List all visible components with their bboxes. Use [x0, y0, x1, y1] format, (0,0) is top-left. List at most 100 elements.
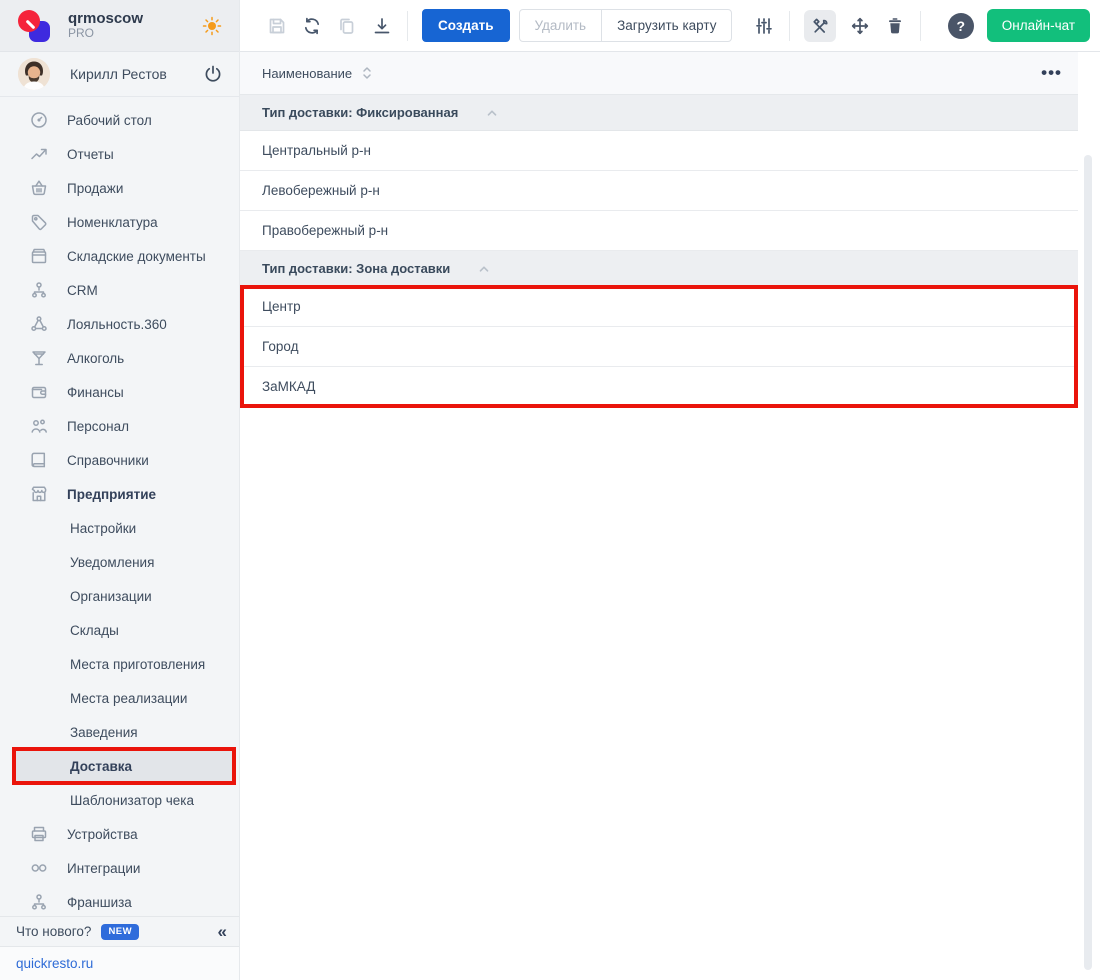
sidebar-item-staff[interactable]: Персонал: [0, 409, 239, 443]
sidebar-item-label: Заведения: [70, 725, 138, 740]
sidebar-item-label: Устройства: [67, 827, 138, 842]
user-row: Кирилл Рестов: [0, 52, 239, 97]
vertical-scrollbar[interactable]: [1084, 155, 1092, 970]
reports-icon: [28, 143, 50, 165]
theme-toggle-button[interactable]: [199, 13, 225, 39]
quickresto-link[interactable]: quickresto.ru: [16, 956, 93, 971]
row-label: ЗаМКАД: [262, 379, 315, 394]
group-header-fixed-delivery[interactable]: Тип доставки: Фиксированная: [240, 95, 1078, 131]
refresh-button[interactable]: [301, 15, 323, 37]
sidebar-item-loyalty360[interactable]: Лояльность.360: [0, 307, 239, 341]
sidebar-item-crm[interactable]: CRM: [0, 273, 239, 307]
topbar: Создать Удалить Загрузить карту ? Онлайн…: [240, 0, 1100, 52]
group-header-delivery-zone[interactable]: Тип доставки: Зона доставки: [240, 251, 1078, 287]
table-row-left-bank[interactable]: Левобережный р-н: [240, 171, 1078, 211]
help-button[interactable]: ?: [948, 13, 974, 39]
sidebar-item-finance[interactable]: Финансы: [0, 375, 239, 409]
tools-icon: [810, 16, 830, 36]
trash-icon: [885, 16, 905, 36]
whats-new-label[interactable]: Что нового?: [16, 924, 91, 939]
sidebar-item-integrations[interactable]: Интеграции: [0, 851, 239, 885]
sidebar-item-receipt-template[interactable]: Шаблонизатор чека: [0, 783, 239, 817]
row-label: Центр: [262, 299, 301, 314]
export-button[interactable]: [371, 15, 393, 37]
wallet-icon: [28, 381, 50, 403]
move-icon: [850, 16, 870, 36]
load-map-button[interactable]: Загрузить карту: [601, 9, 732, 42]
sales-basket-icon: [28, 177, 50, 199]
sidebar-item-organizations[interactable]: Организации: [0, 579, 239, 613]
sidebar-item-devices[interactable]: Устройства: [0, 817, 239, 851]
row-label: Город: [262, 339, 299, 354]
delete-mode-button[interactable]: [884, 15, 906, 37]
martini-icon: [28, 347, 50, 369]
filter-settings-button[interactable]: [753, 15, 775, 37]
row-label: Центральный р-н: [262, 143, 371, 158]
sidebar-item-sales[interactable]: Продажи: [0, 171, 239, 205]
table-row-center[interactable]: Центр: [240, 287, 1078, 327]
table-row-beyond-mkad[interactable]: ЗаМКАД: [240, 367, 1078, 407]
delivery-list: Наименование ••• Тип доставки: Фиксирова…: [240, 52, 1078, 407]
sidebar-item-directories[interactable]: Справочники: [0, 443, 239, 477]
copy-button[interactable]: [336, 15, 358, 37]
sidebar-item-stock-docs[interactable]: Складские документы: [0, 239, 239, 273]
user-name: Кирилл Рестов: [70, 66, 167, 82]
create-button[interactable]: Создать: [422, 9, 510, 42]
table-row-right-bank[interactable]: Правобережный р-н: [240, 211, 1078, 251]
dashboard-icon: [28, 109, 50, 131]
ellipsis-icon: •••: [1041, 63, 1062, 82]
sidebar-item-label: Шаблонизатор чека: [70, 793, 194, 808]
power-icon: [203, 64, 223, 84]
avatar[interactable]: [18, 58, 50, 90]
sidebar-item-notifications[interactable]: Уведомления: [0, 545, 239, 579]
people-icon: [28, 415, 50, 437]
sidebar-menu: Рабочий стол Отчеты Продажи Номенклатура…: [0, 103, 239, 919]
network-icon: [28, 313, 50, 335]
row-label: Левобережный р-н: [262, 183, 380, 198]
sidebar-item-sale-points[interactable]: Места реализации: [0, 681, 239, 715]
delete-button[interactable]: Удалить: [519, 9, 603, 42]
franchise-icon: [28, 891, 50, 913]
sidebar-item-warehouses[interactable]: Склады: [0, 613, 239, 647]
sidebar-item-nomenclature[interactable]: Номенклатура: [0, 205, 239, 239]
sidebar-item-label: Отчеты: [67, 147, 114, 162]
table-row-central[interactable]: Центральный р-н: [240, 131, 1078, 171]
edit-mode-button[interactable]: [804, 10, 836, 42]
logout-button[interactable]: [201, 62, 225, 86]
table-row-city[interactable]: Город: [240, 327, 1078, 367]
sidebar-item-label: Справочники: [67, 453, 149, 468]
sidebar-item-label: Складские документы: [67, 249, 206, 264]
group-title: Тип доставки: Фиксированная: [262, 105, 458, 120]
online-chat-button[interactable]: Онлайн-чат: [987, 9, 1090, 42]
infinity-icon: [28, 857, 50, 879]
sidebar-item-reports[interactable]: Отчеты: [0, 137, 239, 171]
sidebar-item-venues[interactable]: Заведения: [0, 715, 239, 749]
tag-icon: [28, 211, 50, 233]
column-header-name[interactable]: Наименование: [262, 66, 373, 81]
chevron-up-icon: [484, 105, 500, 121]
sidebar-item-cooking-places[interactable]: Места приготовления: [0, 647, 239, 681]
plan-badge: PRO: [68, 27, 143, 41]
collapse-sidebar-button[interactable]: «: [218, 923, 227, 940]
row-label: Правобережный р-н: [262, 223, 388, 238]
save-icon: [267, 16, 287, 36]
sidebar-item-label: Номенклатура: [67, 215, 158, 230]
sidebar-item-label: Места реализации: [70, 691, 187, 706]
download-icon: [372, 16, 392, 36]
table-menu-button[interactable]: •••: [1041, 70, 1062, 77]
sliders-icon: [754, 16, 774, 36]
new-badge: NEW: [101, 924, 139, 940]
save-button[interactable]: [266, 15, 288, 37]
sidebar-item-settings[interactable]: Настройки: [0, 511, 239, 545]
sidebar-item-label: Уведомления: [70, 555, 154, 570]
sidebar-item-dashboard[interactable]: Рабочий стол: [0, 103, 239, 137]
sidebar-item-label: Интеграции: [67, 861, 140, 876]
sidebar-item-enterprise[interactable]: Предприятие: [0, 477, 239, 511]
group-title: Тип доставки: Зона доставки: [262, 261, 450, 276]
move-mode-button[interactable]: [849, 15, 871, 37]
table-header-row: Наименование •••: [240, 52, 1078, 95]
sidebar-item-franchise[interactable]: Франшиза: [0, 885, 239, 919]
sidebar-item-alcohol[interactable]: Алкоголь: [0, 341, 239, 375]
sidebar-item-delivery[interactable]: Доставка: [16, 749, 232, 783]
divider: [789, 11, 790, 41]
